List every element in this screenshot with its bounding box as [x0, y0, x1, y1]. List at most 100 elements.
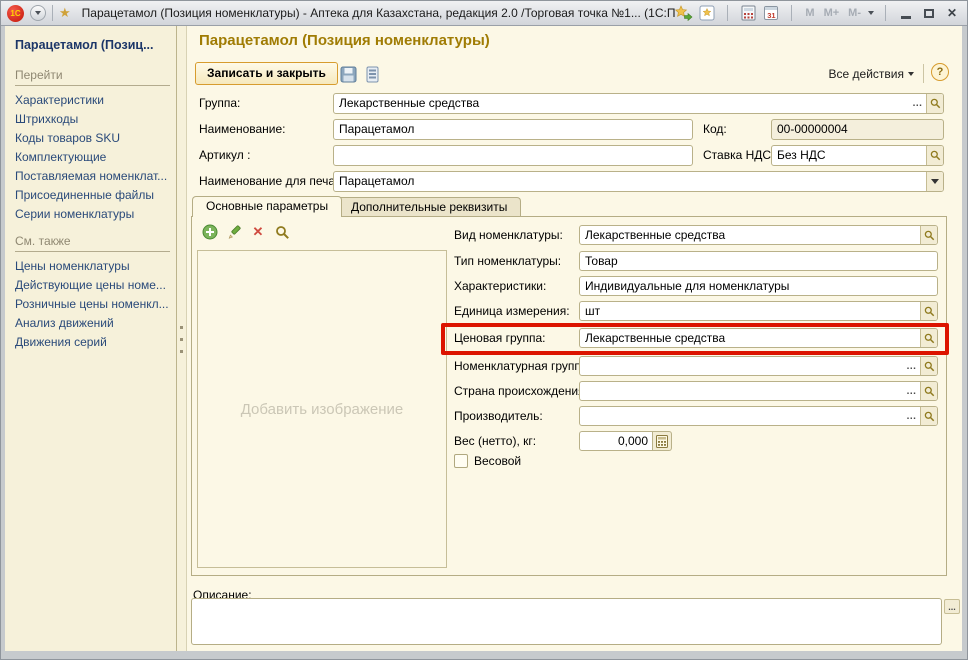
save-icon[interactable]	[339, 65, 357, 83]
titlebar: 1С ★ Парацетамол (Позиция номенклатуры) …	[1, 1, 967, 26]
magnifier-icon[interactable]	[920, 329, 937, 347]
select-dots-icon[interactable]: ...	[903, 407, 920, 425]
tab-additional-requisites[interactable]: Дополнительные реквизиты	[337, 197, 521, 216]
favorites-star-icon[interactable]: ★	[59, 5, 71, 21]
sidebar-item-retail-prices[interactable]: Розничные цены номенкл...	[15, 295, 170, 314]
sidebar-section-goto: Перейти	[15, 68, 170, 86]
toolbar-overflow-icon[interactable]	[868, 11, 874, 15]
price-group-value: Лекарственные средства	[580, 331, 920, 345]
sidebar-item-supplied-nomenclature[interactable]: Поставляемая номенклат...	[15, 167, 170, 186]
group-label: Группа:	[199, 93, 240, 114]
sidebar-item-movement-analysis[interactable]: Анализ движений	[15, 314, 170, 333]
code-value: 00-00000004	[772, 120, 943, 139]
list-report-icon[interactable]	[363, 65, 381, 83]
chevron-down-icon	[35, 11, 41, 15]
select-dots-icon[interactable]: ...	[903, 357, 920, 375]
group-value: Лекарственные средства	[334, 94, 909, 113]
app-window: 1С ★ Парацетамол (Позиция номенклатуры) …	[0, 0, 968, 660]
country-field[interactable]: ...	[579, 381, 938, 401]
memory-m-minus-button[interactable]: M-	[846, 7, 863, 19]
system-menu-button[interactable]	[30, 5, 46, 21]
kind-label: Вид номенклатуры:	[454, 225, 563, 245]
price-group-field[interactable]: Лекарственные средства	[579, 328, 938, 348]
dropdown-arrow-icon[interactable]	[926, 172, 943, 191]
titlebar-separator	[727, 5, 728, 21]
magnifier-icon[interactable]	[926, 94, 943, 113]
calculator-button-icon[interactable]	[653, 431, 672, 451]
sidebar-splitter[interactable]	[177, 26, 186, 651]
characteristics-value: Индивидуальные для номенклатуры	[580, 279, 937, 293]
delete-image-icon[interactable]: ✕	[249, 223, 267, 241]
unit-field[interactable]: шт	[579, 301, 938, 321]
sidebar-item-barcodes[interactable]: Штрихкоды	[15, 110, 170, 129]
country-label: Страна происхождения:	[454, 381, 588, 401]
sidebar-item-series[interactable]: Серии номенклатуры	[15, 205, 170, 224]
memory-m-plus-button[interactable]: M+	[822, 7, 842, 19]
weight-field[interactable]: 0,000	[579, 431, 672, 451]
print-name-field[interactable]: Парацетамол	[333, 171, 944, 192]
memory-m-button[interactable]: M	[803, 7, 816, 19]
characteristics-label: Характеристики:	[454, 276, 546, 296]
print-name-value: Парацетамол	[334, 172, 926, 191]
magnifier-icon[interactable]	[926, 146, 943, 165]
manufacturer-field[interactable]: ...	[579, 406, 938, 426]
vat-value: Без НДС	[772, 146, 926, 165]
maximize-button[interactable]	[920, 4, 938, 22]
sidebar-item-sku-codes[interactable]: Коды товаров SKU	[15, 129, 170, 148]
name-value: Парацетамол	[334, 120, 692, 139]
sidebar-item-nomenclature-prices[interactable]: Цены номенклатуры	[15, 257, 170, 276]
calculator-icon[interactable]	[739, 4, 757, 22]
description-textarea[interactable]	[191, 598, 942, 645]
add-image-icon[interactable]	[201, 223, 219, 241]
magnifier-icon[interactable]	[920, 357, 937, 375]
all-actions-button[interactable]: Все действия	[829, 67, 914, 81]
article-label: Артикул :	[199, 145, 250, 166]
select-dots-icon[interactable]: ...	[909, 94, 926, 113]
vat-field[interactable]: Без НДС	[771, 145, 944, 166]
close-button[interactable]: ✕	[943, 4, 961, 22]
calendar-icon[interactable]: 31	[762, 4, 780, 22]
kind-field[interactable]: Лекарственные средства	[579, 225, 938, 245]
sidebar-item-attached-files[interactable]: Присоединенные файлы	[15, 186, 170, 205]
select-dots-icon[interactable]: ...	[903, 382, 920, 400]
vat-label: Ставка НДС:	[703, 145, 774, 166]
name-field[interactable]: Парацетамол	[333, 119, 693, 140]
chevron-down-icon	[908, 72, 914, 76]
favorites-list-icon[interactable]	[698, 4, 716, 22]
help-button[interactable]: ?	[931, 63, 949, 81]
titlebar-separator	[791, 5, 792, 21]
save-and-close-button[interactable]: Записать и закрыть	[195, 62, 338, 85]
magnifier-icon[interactable]	[920, 382, 937, 400]
nomenclature-group-label: Номенклатурная группа:	[454, 356, 591, 376]
find-icon[interactable]	[273, 223, 291, 241]
main-panel: Парацетамол (Позиция номенклатуры) Запис…	[186, 26, 962, 651]
splitter-grip-icon	[180, 326, 183, 329]
toolbar-separator	[923, 64, 924, 83]
window-title: Парацетамол (Позиция номенклатуры) - Апт…	[82, 6, 676, 20]
nomenclature-group-field[interactable]: ...	[579, 356, 938, 376]
tab-main-parameters[interactable]: Основные параметры	[192, 196, 342, 217]
titlebar-separator	[52, 5, 53, 21]
image-placeholder-box[interactable]: Добавить изображение	[197, 250, 447, 568]
minimize-button[interactable]	[897, 4, 915, 22]
weight-value: 0,000	[579, 431, 653, 451]
magnifier-icon[interactable]	[920, 407, 937, 425]
type-field: Товар	[579, 251, 938, 271]
weighted-checkbox[interactable]	[454, 454, 468, 468]
edit-image-icon[interactable]	[225, 223, 243, 241]
group-field[interactable]: Лекарственные средства ...	[333, 93, 944, 114]
add-to-favorites-icon[interactable]	[675, 4, 693, 22]
magnifier-icon[interactable]	[920, 302, 937, 320]
sidebar-item-series-movements[interactable]: Движения серий	[15, 333, 170, 352]
sidebar-item-current-prices[interactable]: Действующие цены номе...	[15, 276, 170, 295]
article-field[interactable]	[333, 145, 693, 166]
image-placeholder-text: Добавить изображение	[241, 401, 404, 418]
sidebar-item-components[interactable]: Комплектующие	[15, 148, 170, 167]
sidebar-section-see-also: См. также	[15, 234, 170, 252]
description-expand-button[interactable]: ...	[944, 599, 960, 614]
magnifier-icon[interactable]	[920, 226, 937, 244]
weight-label: Вес (нетто), кг:	[454, 431, 536, 451]
weighted-checkbox-row[interactable]: Весовой	[454, 454, 521, 468]
sidebar-item-characteristics[interactable]: Характеристики	[15, 91, 170, 110]
unit-value: шт	[580, 304, 920, 318]
